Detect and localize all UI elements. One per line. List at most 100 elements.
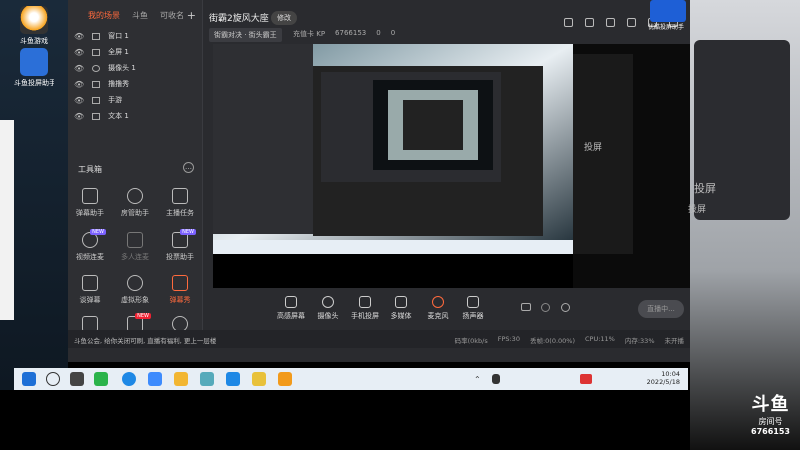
- logo-room-id: 6766153: [751, 427, 790, 436]
- stream-preview[interactable]: [213, 44, 690, 288]
- tool-label: 弹幕助手: [76, 209, 104, 217]
- tab-douyu[interactable]: 斗鱼: [132, 10, 148, 28]
- toolbox-title: 工具箱: [78, 165, 102, 174]
- source-item[interactable]: 👁 文本 1: [74, 108, 199, 124]
- more-icon[interactable]: …: [183, 162, 194, 173]
- source-label: 窗口 1: [108, 32, 129, 40]
- tool-room-admin[interactable]: 房管助手: [113, 188, 157, 218]
- danmu-show-icon: [172, 275, 188, 291]
- wechat-icon[interactable]: [94, 372, 108, 386]
- windows-start-icon[interactable]: [22, 372, 36, 386]
- control-label: 摄像头: [317, 312, 339, 320]
- tool-video-link[interactable]: NEW 视频连麦: [68, 229, 112, 262]
- tool-danmu-show[interactable]: 弹幕秀: [158, 275, 202, 305]
- app-icon[interactable]: [226, 372, 240, 386]
- app-icon[interactable]: [252, 372, 266, 386]
- start-live-button[interactable]: 直播中...: [638, 300, 684, 318]
- tool-streamer-task[interactable]: 主播任务: [158, 188, 202, 218]
- tab-other[interactable]: 可收名: [160, 10, 184, 28]
- record-icon[interactable]: [521, 303, 531, 311]
- cast-panel: 投屏 投屏 投屏: [584, 40, 790, 220]
- eye-icon[interactable]: 👁: [74, 112, 84, 121]
- source-item[interactable]: 👁 撸撸秀: [74, 76, 199, 92]
- lock-icon[interactable]: [585, 18, 594, 27]
- cast-text: 投屏: [694, 182, 716, 195]
- search-icon[interactable]: [46, 372, 60, 386]
- folder-icon[interactable]: [174, 372, 188, 386]
- stat-viewers: 0: [390, 29, 396, 37]
- cloud-icon[interactable]: [148, 372, 162, 386]
- tool-multi-link[interactable]: 多人连麦: [113, 232, 157, 262]
- text-icon: [92, 112, 101, 120]
- source-label: 摄像头 1: [108, 64, 136, 72]
- app-window: 我的场景 斗鱼 可收名 + 👁 窗口 1 👁 全屏 1 👁 摄像头 1 👁 撸撸秀 👁 手…: [68, 0, 690, 362]
- camera-icon: [92, 64, 101, 72]
- phone-icon: [359, 296, 371, 308]
- microphone-button[interactable]: 麦克风: [418, 296, 458, 321]
- desktop-icon-game[interactable]: 斗鱼游戏: [14, 6, 54, 46]
- eye-icon[interactable]: 👁: [74, 32, 84, 41]
- tool-label: 投票助手: [166, 253, 194, 261]
- preview-icon[interactable]: [541, 303, 550, 312]
- microphone-tray-icon[interactable]: [492, 374, 500, 384]
- douyu-icon[interactable]: [278, 372, 292, 386]
- speaker-button[interactable]: 扬声器: [453, 296, 493, 321]
- tool-danmu-helper[interactable]: 弹幕助手: [68, 188, 112, 218]
- source-label: 全屏 1: [108, 48, 129, 56]
- chat-icon[interactable]: [606, 18, 615, 27]
- room-title: 街霸2旋风大座: [209, 14, 269, 24]
- tool-label: 房管助手: [121, 209, 149, 217]
- eye-icon[interactable]: 👁: [74, 96, 84, 105]
- chevron-up-icon[interactable]: ⌃: [474, 375, 481, 384]
- browser-icon[interactable]: [122, 372, 136, 386]
- douyu-room-logo: 斗鱼 房间号 6766153: [751, 390, 790, 436]
- taskbar-clock[interactable]: 10:04 2022/5/18: [647, 370, 680, 386]
- media-button[interactable]: 多媒体: [381, 296, 421, 321]
- source-item[interactable]: 👁 窗口 1: [74, 28, 199, 44]
- category-selector[interactable]: 街霸对决 · 街头霸王: [209, 28, 282, 42]
- eye-icon[interactable]: 👁: [74, 64, 84, 73]
- control-label: 高感屏幕: [277, 312, 305, 320]
- edit-title-button[interactable]: 修改: [271, 11, 297, 25]
- source-item[interactable]: 👁 手游: [74, 92, 199, 108]
- phone-cast-button[interactable]: 手机投屏: [345, 296, 385, 321]
- youku-icon[interactable]: [650, 0, 686, 22]
- source-item[interactable]: 👁 摄像头 1: [74, 60, 199, 76]
- clock-time: 10:04: [661, 370, 680, 378]
- tab-my-scenes[interactable]: 我的场景: [88, 10, 120, 28]
- camera-button[interactable]: 摄像头: [308, 296, 348, 321]
- stat-bitrate: 码率(0kb/s: [454, 337, 488, 345]
- window-icon: [92, 32, 101, 40]
- screen-capture-button[interactable]: 高感屏幕: [271, 296, 311, 321]
- source-item[interactable]: 👁 全屏 1: [74, 44, 199, 60]
- douyu-game-icon: [20, 6, 48, 34]
- source-label: 撸撸秀: [108, 80, 130, 88]
- new-badge: NEW: [135, 313, 151, 319]
- tool-talk-danmu[interactable]: 谈弹幕: [68, 275, 112, 305]
- stat-cpu: CPU:11%: [585, 335, 615, 343]
- gift-icon[interactable]: [564, 18, 573, 27]
- add-scene-button[interactable]: +: [187, 9, 196, 22]
- stat-memory: 内存:33%: [624, 337, 655, 345]
- fullscreen-icon: [92, 48, 101, 56]
- tool-vote[interactable]: NEW 投票助手: [158, 229, 202, 262]
- room-stats: 充值卡 KP 6766153 0 0: [293, 29, 395, 39]
- stat-dropped: 丢帧:0(0.00%): [529, 337, 575, 345]
- tool-label: 视频连麦: [76, 253, 104, 261]
- tool-avatar[interactable]: 虚拟形象: [113, 275, 157, 305]
- desktop-icon-cast[interactable]: 斗鱼投屏助手: [14, 48, 54, 88]
- eye-icon[interactable]: 👁: [74, 80, 84, 89]
- app-icon[interactable]: [200, 372, 214, 386]
- tool-label: 主播任务: [166, 209, 194, 217]
- screen-icon[interactable]: [627, 18, 636, 27]
- eye-icon[interactable]: 👁: [74, 48, 84, 57]
- task-view-icon[interactable]: [70, 372, 84, 386]
- room-header: 街霸2旋风大座 修改 街霸对决 · 街头霸王 充值卡 KP 6766153 0 …: [203, 0, 690, 44]
- settings-icon[interactable]: [561, 303, 570, 312]
- source-label: 手游: [108, 96, 123, 104]
- control-bar: 高感屏幕 摄像头 手机投屏 多媒体 麦克风 扬声器 直播中...: [203, 290, 690, 330]
- new-badge: NEW: [180, 229, 196, 235]
- tray-icon[interactable]: [580, 374, 592, 384]
- stat-live-status: 未开播: [664, 337, 685, 345]
- control-label: 扬声器: [462, 312, 484, 320]
